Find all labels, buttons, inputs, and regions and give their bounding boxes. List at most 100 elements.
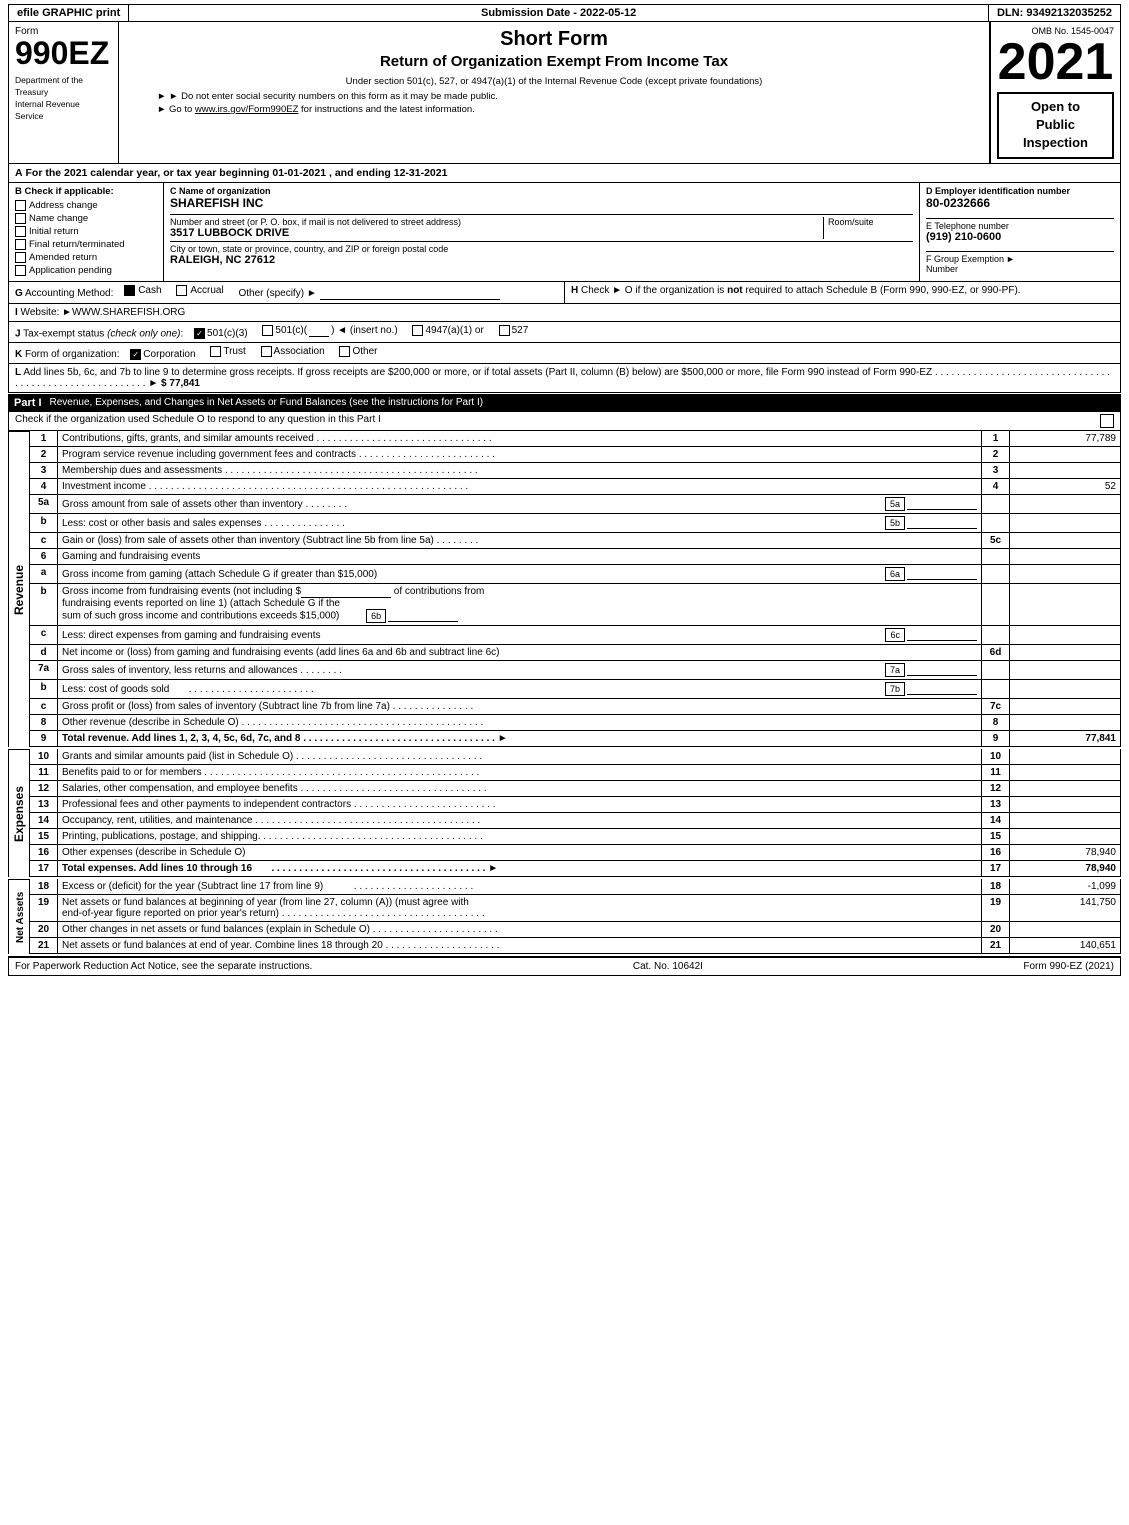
cb-final-return[interactable]: Final return/terminated	[15, 239, 157, 250]
graphic-print-cell: efile GRAPHIC print	[9, 5, 129, 21]
group-exemption: F Group ExemptionNumber ►	[926, 251, 1114, 274]
form-ref: Form 990-EZ (2021)	[1023, 961, 1114, 972]
corporation-checkbox[interactable]: ✓	[130, 349, 141, 360]
address-label: Number and street (or P. O. box, if mail…	[170, 217, 823, 227]
part1-title: Revenue, Expenses, and Changes in Net As…	[50, 397, 484, 409]
cash-checkbox[interactable]	[124, 285, 135, 296]
line-1-desc: Contributions, gifts, grants, and simila…	[58, 431, 982, 446]
501c-checkbox[interactable]	[262, 325, 273, 336]
submission-date-cell: Submission Date - 2022-05-12	[129, 5, 989, 21]
revenue-side-label: Revenue	[8, 431, 30, 747]
line-5b-row: b Less: cost or other basis and sales ex…	[30, 514, 1121, 533]
expenses-side-label: Expenses	[8, 749, 30, 877]
association-checkbox[interactable]	[261, 346, 272, 357]
part1-check-row: Check if the organization used Schedule …	[8, 412, 1121, 431]
line-2-row: 2 Program service revenue including gove…	[30, 447, 1121, 463]
submission-date-label: Submission Date - 2022-05-12	[481, 7, 636, 19]
line-20-row: 20 Other changes in net assets or fund b…	[30, 922, 1121, 938]
section-h-cell: H Check ► O if the organization is not r…	[565, 282, 1120, 303]
line-7c-row: c Gross profit or (loss) from sales of i…	[30, 699, 1121, 715]
line-13-row: 13 Professional fees and other payments …	[30, 797, 1121, 813]
ein-phone-cell: D Employer identification number 80-0232…	[920, 183, 1120, 281]
line-10-row: 10 Grants and similar amounts paid (list…	[30, 749, 1121, 765]
phone-label: E Telephone number	[926, 218, 1114, 231]
cb-amended-return[interactable]: Amended return	[15, 252, 157, 263]
part1-label: Part I	[14, 397, 42, 409]
dept-info: Department of the TreasuryInternal Reven…	[15, 75, 112, 123]
return-title: Return of Organization Exempt From Incom…	[127, 53, 981, 70]
part1-header: Part I Revenue, Expenses, and Changes in…	[8, 394, 1121, 412]
graphic-print-label: efile GRAPHIC print	[17, 7, 120, 19]
cb-name-change[interactable]: Name change	[15, 213, 157, 224]
section-b-cell: B Check if applicable: Address change Na…	[9, 183, 164, 281]
line-1-value: 77,789	[1010, 431, 1120, 446]
527-checkbox[interactable]	[499, 325, 510, 336]
line-19-row: 19 Net assets or fund balances at beginn…	[30, 895, 1121, 922]
line-9-row: 9 Total revenue. Add lines 1, 2, 3, 4, 5…	[30, 731, 1121, 747]
room-suite-value	[828, 227, 913, 239]
line-6b-row: b Gross income from fundraising events (…	[30, 584, 1121, 626]
section-a-label: A	[15, 167, 26, 179]
form-title-cell: Short Form Return of Organization Exempt…	[119, 22, 990, 163]
line-1-ref: 1	[982, 431, 1010, 446]
form-990ez: 990EZ	[15, 37, 112, 69]
form-number-cell: Form 990EZ Department of the TreasuryInt…	[9, 22, 119, 163]
year-display: 2021	[997, 36, 1114, 88]
cb-application-pending[interactable]: Application pending	[15, 265, 157, 276]
line-16-row: 16 Other expenses (describe in Schedule …	[30, 845, 1121, 861]
line-7a-row: 7a Gross sales of inventory, less return…	[30, 661, 1121, 680]
org-info-cell: C Name of organization SHAREFISH INC Num…	[164, 183, 920, 281]
section-i-row: I Website: ►WWW.SHAREFISH.ORG	[8, 304, 1121, 322]
dln-cell: DLN: 93492132035252	[989, 5, 1120, 21]
line-14-row: 14 Occupancy, rent, utilities, and maint…	[30, 813, 1121, 829]
phone-value: (919) 210-0600	[926, 231, 1114, 243]
city-label: City or town, state or province, country…	[170, 244, 913, 254]
paperwork-text: For Paperwork Reduction Act Notice, see …	[15, 961, 312, 972]
section-g-cell: G Accounting Method: Cash Accrual Other …	[9, 282, 565, 303]
dln-label: DLN: 93492132035252	[997, 7, 1112, 19]
501c3-checkbox[interactable]: ✓	[194, 328, 205, 339]
line-7b-row: b Less: cost of goods sold . . . . . . .…	[30, 680, 1121, 699]
cat-no: Cat. No. 10642I	[633, 961, 703, 972]
line-5a-row: 5a Gross amount from sale of assets othe…	[30, 495, 1121, 514]
line-3-row: 3 Membership dues and assessments . . . …	[30, 463, 1121, 479]
subtitle: Under section 501(c), 527, or 4947(a)(1)…	[127, 76, 981, 87]
org-name: SHAREFISH INC	[170, 196, 913, 210]
net-assets-side-label: Net Assets	[8, 879, 30, 954]
line-18-row: 18 Excess or (deficit) for the year (Sub…	[30, 879, 1121, 895]
line-11-row: 11 Benefits paid to or for members . . .…	[30, 765, 1121, 781]
section-l-row: L Add lines 5b, 6c, and 7b to line 9 to …	[8, 364, 1121, 393]
address-value: 3517 LUBBOCK DRIVE	[170, 227, 823, 239]
cb-address-change[interactable]: Address change	[15, 200, 157, 211]
line-1-row: 1 Contributions, gifts, grants, and simi…	[30, 431, 1121, 447]
line-6d-row: d Net income or (loss) from gaming and f…	[30, 645, 1121, 661]
line-8-row: 8 Other revenue (describe in Schedule O)…	[30, 715, 1121, 731]
city-value: RALEIGH, NC 27612	[170, 254, 913, 266]
line-17-row: 17 Total expenses. Add lines 10 through …	[30, 861, 1121, 877]
open-public-box: Open toPublicInspection	[997, 92, 1114, 159]
ein-label: D Employer identification number	[926, 186, 1114, 196]
website-value: WWW.SHAREFISH.ORG	[72, 307, 185, 318]
short-form-title: Short Form	[127, 28, 981, 51]
section-k-row: K Form of organization: ✓ Corporation Tr…	[8, 343, 1121, 364]
line-1-num: 1	[30, 431, 58, 446]
line-15-row: 15 Printing, publications, postage, and …	[30, 829, 1121, 845]
4947-checkbox[interactable]	[412, 325, 423, 336]
year-omb-cell: OMB No. 1545-0047 2021 Open toPublicInsp…	[990, 22, 1120, 163]
cb-initial-return[interactable]: Initial return	[15, 226, 157, 237]
ein-value: 80-0232666	[926, 196, 1114, 210]
line-21-row: 21 Net assets or fund balances at end of…	[30, 938, 1121, 954]
room-suite-label: Room/suite	[828, 217, 913, 227]
trust-checkbox[interactable]	[210, 346, 221, 357]
section-a-row: A For the 2021 calendar year, or tax yea…	[8, 164, 1121, 183]
line-6c-row: c Less: direct expenses from gaming and …	[30, 626, 1121, 645]
instruction1: ► ► Do not enter social security numbers…	[127, 91, 981, 102]
other-checkbox[interactable]	[339, 346, 350, 357]
section-a-text: For the 2021 calendar year, or tax year …	[26, 167, 448, 179]
instruction2: ► Go to www.irs.gov/Form990EZ for instru…	[127, 104, 981, 115]
part1-check-box[interactable]	[1100, 414, 1114, 428]
line-6-row: 6 Gaming and fundraising events	[30, 549, 1121, 565]
line-6a-row: a Gross income from gaming (attach Sched…	[30, 565, 1121, 584]
accrual-checkbox[interactable]	[176, 285, 187, 296]
line-4-row: 4 Investment income . . . . . . . . . . …	[30, 479, 1121, 495]
